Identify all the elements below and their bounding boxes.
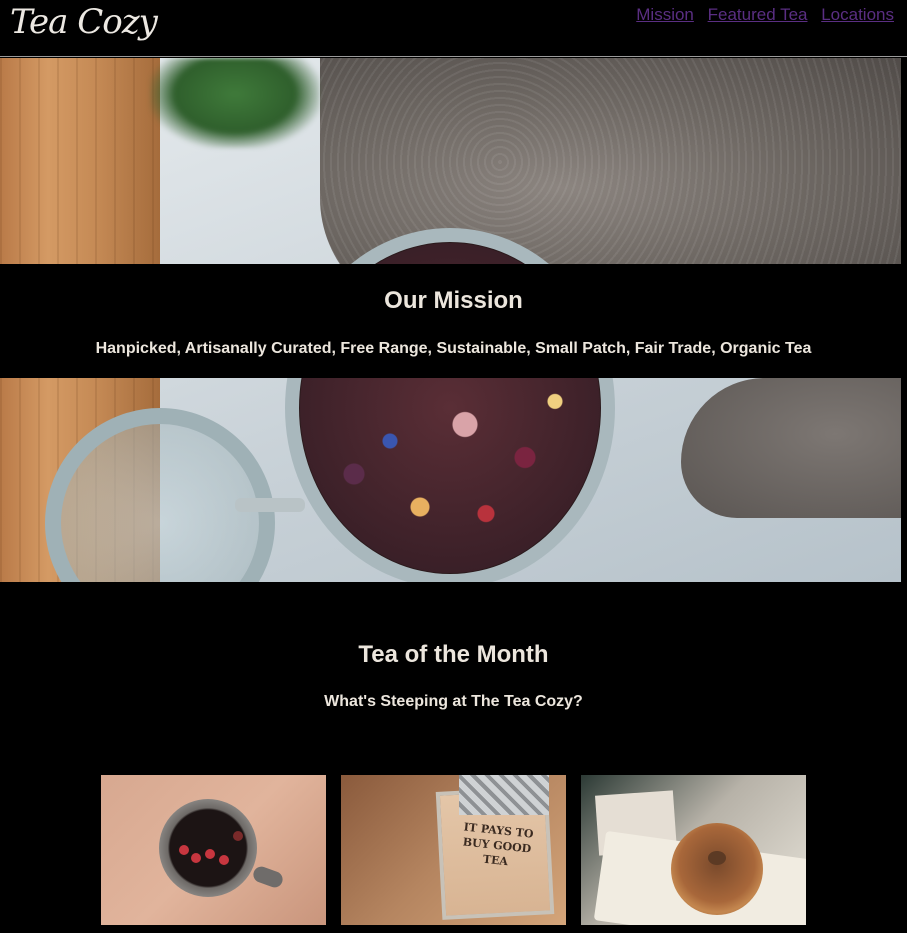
logo[interactable]: Tea Cozy: [10, 0, 158, 44]
crate-foil: [459, 775, 549, 815]
tea-of-the-month: Tea of the Month What's Steeping at The …: [0, 641, 907, 933]
nav-link-locations[interactable]: Locations: [821, 5, 894, 24]
mug-icon: [159, 799, 257, 897]
nav-link-mission[interactable]: Mission: [636, 5, 694, 24]
nav-link-featured-tea[interactable]: Featured Tea: [708, 5, 808, 24]
mission-band: Our Mission Hanpicked, Artisanally Curat…: [0, 264, 901, 378]
totm-subtitle: What's Steeping at The Tea Cozy?: [324, 693, 583, 710]
berry: [219, 855, 229, 865]
mission-title: Our Mission: [384, 287, 523, 314]
tea-photo-mug[interactable]: [101, 775, 326, 925]
donut: [671, 823, 763, 915]
hero-mission: Our Mission Hanpicked, Artisanally Curat…: [0, 58, 901, 582]
hero-jar-clasp: [235, 498, 305, 512]
hero-leaf: [150, 58, 320, 148]
site-header: Tea Cozy Mission Featured Tea Locations: [0, 0, 907, 57]
main-nav: Mission Featured Tea Locations: [627, 5, 894, 25]
mission-subtitle: Hanpicked, Artisanally Curated, Free Ran…: [95, 340, 812, 357]
tea-photo-crate[interactable]: IT PAYS TO BUY GOOD TEA: [341, 775, 566, 925]
berry: [205, 849, 215, 859]
totm-title: Tea of the Month: [358, 641, 549, 668]
crate-label: IT PAYS TO BUY GOOD TEA: [462, 820, 535, 869]
berry: [179, 845, 189, 855]
tea-photo-donut[interactable]: [581, 775, 806, 925]
tea-gallery: IT PAYS TO BUY GOOD TEA: [0, 775, 907, 933]
berry: [233, 831, 243, 841]
berry: [191, 853, 201, 863]
